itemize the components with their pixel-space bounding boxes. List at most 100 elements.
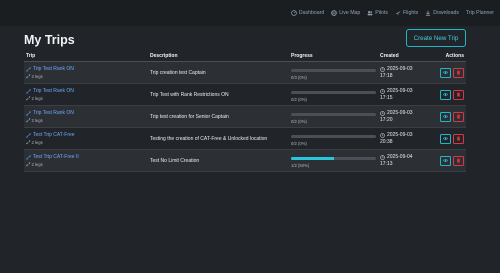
trip-name: Trip Test Rank ON [33,110,74,116]
delete-trip-button[interactable] [453,67,464,78]
legs-text: 2 legs [31,162,43,167]
nav-flights[interactable]: Flights [395,10,418,16]
trips-table: Trip Description Progress Created Action… [24,50,466,172]
created-time: 17:18 [380,73,393,79]
nav-pilots[interactable]: Pilots [367,10,388,16]
progress-bar [291,156,376,160]
legs-count: 2 legs [26,140,150,145]
actions-cell [434,67,466,78]
progress-text: 0/3 (0%) [291,74,307,80]
trip-name: Trip Test Rank ON [33,88,74,94]
nav-downloads[interactable]: Downloads [425,10,459,16]
route-icon [26,118,31,123]
column-header-progress: Progress [291,52,313,59]
delete-trip-button[interactable] [453,133,464,144]
nav-live-map[interactable]: Live Map [331,10,360,16]
nav-trip-planner-label: Trip Planner [465,10,494,16]
create-new-trip-button[interactable]: Create New Trip [406,29,466,47]
table-row: Trip Test Rank ON 3 legs Trip creation t… [24,62,466,84]
trip-description: Trip creation test Captain [150,69,206,76]
legs-count: 2 legs [26,96,150,101]
nav-pilots-label: Pilots [375,10,388,16]
nav-trip-planner[interactable]: Trip Planner [466,10,494,16]
top-nav: Dashboard Live Map Pilots Flights Downlo… [0,0,500,26]
table-row: Test Trip CAT-Free II 2 legs Test No Lim… [24,150,466,172]
view-trip-button[interactable] [440,89,451,100]
column-header-created: Created [380,52,399,59]
trip-name: Test Trip CAT-Free [33,132,75,138]
progress-bar [291,112,376,116]
created-date: 2025-09-03 [387,66,413,72]
table-row: Test Trip CAT-Free 2 legs Testing the cr… [24,128,466,150]
progress-bar [291,68,376,72]
created-cell: 2025-09-03 17:18 [380,66,434,79]
actions-cell [434,89,466,100]
created-cell: 2025-09-03 20:38 [380,132,434,145]
progress-cell: 0/3 (0%) [291,66,380,80]
view-trip-button[interactable] [440,133,451,144]
trip-name-link[interactable]: Trip Test Rank ON [26,110,150,116]
trash-icon [456,114,461,119]
trash-icon [456,158,461,163]
progress-text: 0/2 (0%) [291,140,307,146]
trip-description: Trip Test with Rank Restrictions ON [150,91,229,98]
eye-icon [443,136,448,141]
trip-description: Test No Limit Creation [150,157,200,164]
created-time: 17:13 [380,161,393,167]
eye-icon [443,92,448,97]
nav-live-map-label: Live Map [339,10,361,16]
clock-icon [380,132,385,138]
download-icon [426,10,431,16]
created-time: 20:38 [380,139,393,145]
route-icon [26,96,31,101]
progress-bar [291,90,376,94]
nav-dashboard[interactable]: Dashboard [291,10,324,16]
nav-downloads-label: Downloads [433,10,459,16]
route-icon [26,110,31,116]
legs-text: 2 legs [31,140,43,145]
actions-cell [434,155,466,166]
trip-name: Trip Test Rank ON [33,66,74,72]
view-trip-button[interactable] [440,67,451,78]
gauge-icon [291,10,297,16]
table-row: Trip Test Rank ON 2 legs Trip test creat… [24,106,466,128]
nav-dashboard-label: Dashboard [298,10,325,16]
progress-bar-fill [291,156,334,160]
eye-icon [443,114,448,119]
legs-text: 2 legs [31,96,43,101]
actions-cell [434,111,466,122]
column-header-description: Description [150,52,178,59]
trash-icon [456,92,461,97]
progress-cell: 0/2 (0%) [291,88,380,102]
progress-bar [291,134,376,138]
trip-name-link[interactable]: Test Trip CAT-Free II [26,154,150,160]
route-icon [26,66,31,72]
progress-cell: 0/2 (0%) [291,132,380,146]
column-header-actions: Actions [445,52,464,59]
created-date: 2025-09-03 [387,132,413,138]
trash-icon [456,136,461,141]
progress-cell: 1/2 (50%) [291,154,380,168]
legs-count: 3 legs [26,74,150,79]
trip-name-link[interactable]: Trip Test Rank ON [26,88,150,94]
legs-text: 3 legs [31,74,43,79]
table-header: Trip Description Progress Created Action… [24,50,466,62]
clock-icon [380,66,385,72]
delete-trip-button[interactable] [453,111,464,122]
view-trip-button[interactable] [440,111,451,122]
created-cell: 2025-09-03 17:20 [380,110,434,123]
created-cell: 2025-09-04 17:13 [380,154,434,167]
pilots-icon [367,11,373,16]
route-icon [26,74,31,79]
view-trip-button[interactable] [440,155,451,166]
route-icon [26,154,31,160]
progress-cell: 0/2 (0%) [291,110,380,124]
delete-trip-button[interactable] [453,89,464,100]
column-header-trip: Trip [26,52,36,59]
delete-trip-button[interactable] [453,155,464,166]
trip-name-link[interactable]: Trip Test Rank ON [26,66,150,72]
progress-text: 0/2 (0%) [291,118,307,124]
clock-icon [380,88,385,94]
eye-icon [443,70,448,75]
trip-name-link[interactable]: Test Trip CAT-Free [26,132,150,138]
